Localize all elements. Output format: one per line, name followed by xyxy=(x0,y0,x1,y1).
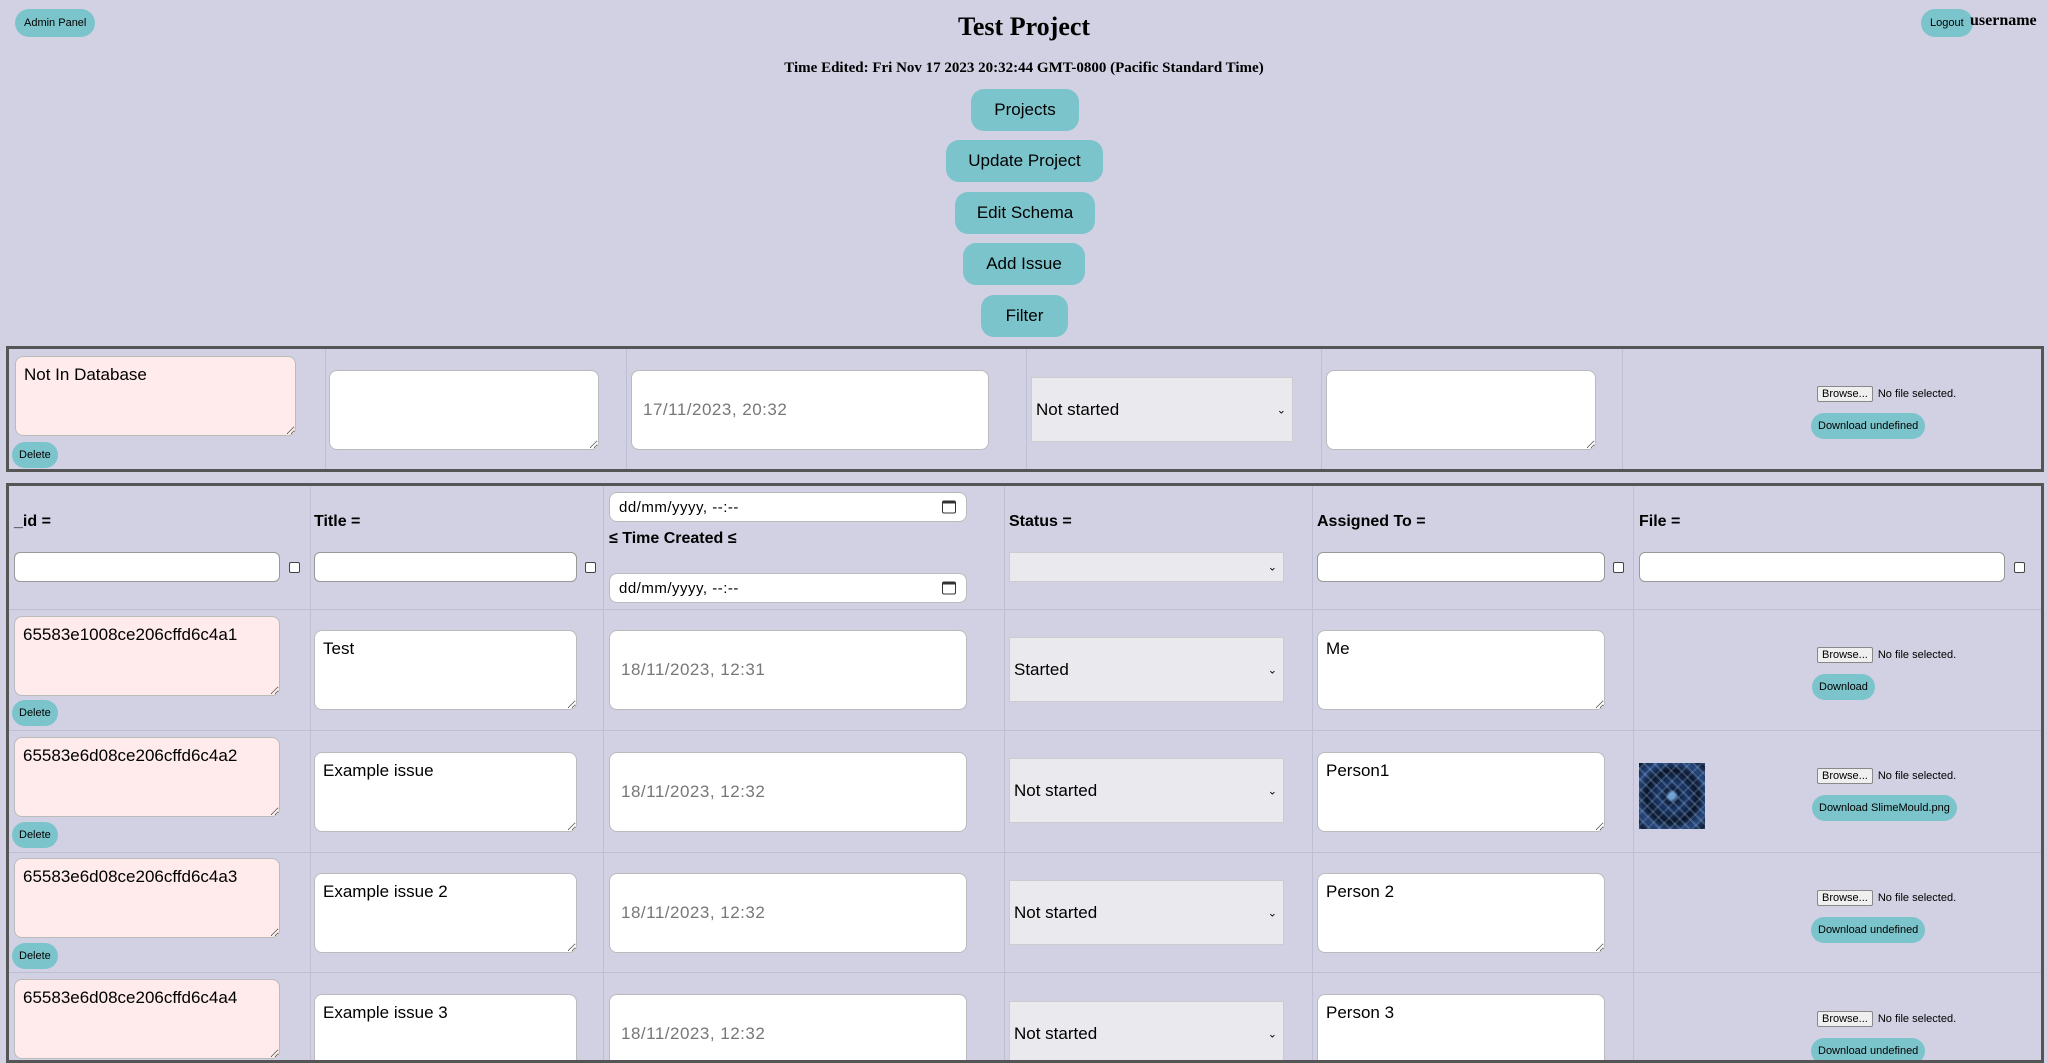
update-project-button[interactable]: Update Project xyxy=(946,140,1103,182)
new-issue-row: Not In Database Delete 17/11/2023, 20:32… xyxy=(6,346,2044,472)
row-status-select[interactable]: Not started ⌄ xyxy=(1009,758,1284,823)
row-assigned-field[interactable]: Person 3 xyxy=(1317,994,1605,1060)
row-download-button[interactable]: Download SlimeMould.png xyxy=(1812,795,1957,821)
column-header-status: Status = xyxy=(1009,513,1072,530)
row-file-picker[interactable]: Browse... No file selected. xyxy=(1817,768,1956,784)
row-id-field[interactable]: 65583e6d08ce206cffd6c4a4 xyxy=(14,979,280,1059)
filter-id-input[interactable] xyxy=(14,552,280,582)
page-title: Test Project xyxy=(957,12,1091,41)
filter-time-from-input[interactable]: dd/mm/yyyy, --:-- xyxy=(609,492,967,522)
row-assigned-field[interactable]: Person1 xyxy=(1317,752,1605,832)
row-time-created-input[interactable]: 18/11/2023, 12:31 xyxy=(609,630,967,710)
no-file-label: No file selected. xyxy=(1877,649,1957,661)
row-file-picker[interactable]: Browse... No file selected. xyxy=(1817,647,1956,663)
row-time-created-value: 18/11/2023, 12:31 xyxy=(621,660,766,679)
row-time-created-value: 18/11/2023, 12:32 xyxy=(621,1024,766,1043)
column-header-title: Title = xyxy=(314,513,361,530)
filter-assigned-checkbox[interactable] xyxy=(1613,562,1624,573)
row-id-field[interactable]: 65583e1008ce206cffd6c4a1 xyxy=(14,616,280,696)
calendar-icon[interactable] xyxy=(942,581,956,595)
column-header-assigned-to: Assigned To = xyxy=(1317,513,1426,530)
row-download-button[interactable]: Download undefined xyxy=(1811,1038,1926,1060)
browse-button[interactable]: Browse... xyxy=(1817,647,1873,663)
row-time-created-value: 18/11/2023, 12:32 xyxy=(621,782,766,801)
row-title-field[interactable]: Example issue 2 xyxy=(314,873,577,953)
filter-button[interactable]: Filter xyxy=(981,295,1068,337)
username-label: username xyxy=(1970,12,2037,29)
filter-time-to-input[interactable]: dd/mm/yyyy, --:-- xyxy=(609,573,967,603)
new-status-select[interactable]: Not started ⌄ xyxy=(1031,377,1293,442)
column-header-file: File = xyxy=(1639,513,1681,530)
row-delete-button[interactable]: Delete xyxy=(12,700,58,726)
row-time-created-input[interactable]: 18/11/2023, 12:32 xyxy=(609,752,967,832)
row-id-field[interactable]: 65583e6d08ce206cffd6c4a3 xyxy=(14,858,280,938)
row-time-created-input[interactable]: 18/11/2023, 12:32 xyxy=(609,994,967,1060)
row-delete-button[interactable]: Delete xyxy=(12,822,58,848)
time-edited: Time Edited: Fri Nov 17 2023 20:32:44 GM… xyxy=(784,60,1264,76)
chevron-down-icon: ⌄ xyxy=(1267,785,1277,797)
browse-button[interactable]: Browse... xyxy=(1817,890,1873,906)
logout-button[interactable]: Logout xyxy=(1921,9,1973,37)
new-assigned-field[interactable] xyxy=(1326,370,1596,450)
row-status-select[interactable]: Not started ⌄ xyxy=(1009,880,1284,945)
chevron-down-icon: ⌄ xyxy=(1276,404,1286,416)
row-status-value: Started xyxy=(1014,659,1069,679)
row-time-created-value: 18/11/2023, 12:32 xyxy=(621,903,766,922)
issues-table: _id = Title = dd/mm/yyyy, --:-- ≤ Time C… xyxy=(6,483,2044,1063)
row-download-button[interactable]: Download xyxy=(1812,674,1875,700)
column-header-time-created: ≤ Time Created ≤ xyxy=(609,530,737,547)
new-status-value: Not started xyxy=(1036,399,1120,419)
filter-title-input[interactable] xyxy=(314,552,577,582)
no-file-label: No file selected. xyxy=(1877,388,1957,400)
filter-title-checkbox[interactable] xyxy=(585,562,596,573)
row-title-field[interactable]: Example issue xyxy=(314,752,577,832)
browse-button[interactable]: Browse... xyxy=(1817,1011,1873,1027)
add-issue-button[interactable]: Add Issue xyxy=(963,243,1085,285)
row-status-value: Not started xyxy=(1014,780,1098,800)
file-thumbnail-image[interactable] xyxy=(1639,763,1705,829)
row-id-field[interactable]: 65583e6d08ce206cffd6c4a2 xyxy=(14,737,280,817)
row-time-created-input[interactable]: 18/11/2023, 12:32 xyxy=(609,873,967,953)
new-title-field[interactable] xyxy=(329,370,599,450)
new-id-field[interactable]: Not In Database xyxy=(15,356,296,436)
row-status-select[interactable]: Started ⌄ xyxy=(1009,637,1284,702)
no-file-label: No file selected. xyxy=(1877,1013,1957,1025)
filter-file-checkbox[interactable] xyxy=(2014,562,2025,573)
chevron-down-icon: ⌄ xyxy=(1267,907,1277,919)
browse-button[interactable]: Browse... xyxy=(1817,386,1873,402)
new-time-created-input[interactable]: 17/11/2023, 20:32 xyxy=(631,370,989,450)
new-file-picker[interactable]: Browse... No file selected. xyxy=(1817,386,1956,402)
edit-schema-button[interactable]: Edit Schema xyxy=(955,192,1095,234)
chevron-down-icon: ⌄ xyxy=(1267,1028,1277,1040)
row-download-button[interactable]: Download undefined xyxy=(1811,917,1926,943)
chevron-down-icon: ⌄ xyxy=(1267,664,1277,676)
row-status-value: Not started xyxy=(1014,1023,1098,1043)
calendar-icon[interactable] xyxy=(942,500,956,514)
column-header-id: _id = xyxy=(14,513,51,530)
row-file-picker[interactable]: Browse... No file selected. xyxy=(1817,1011,1956,1027)
no-file-label: No file selected. xyxy=(1877,770,1957,782)
row-status-select[interactable]: Not started ⌄ xyxy=(1009,1001,1284,1060)
new-download-button[interactable]: Download undefined xyxy=(1811,413,1926,439)
filter-status-select[interactable]: ⌄ xyxy=(1009,552,1284,582)
row-title-field[interactable]: Test xyxy=(314,630,577,710)
filter-time-from-placeholder: dd/mm/yyyy, --:-- xyxy=(619,498,739,516)
row-assigned-field[interactable]: Me xyxy=(1317,630,1605,710)
filter-id-checkbox[interactable] xyxy=(289,562,300,573)
row-assigned-field[interactable]: Person 2 xyxy=(1317,873,1605,953)
new-time-created-value: 17/11/2023, 20:32 xyxy=(643,400,788,419)
row-file-picker[interactable]: Browse... No file selected. xyxy=(1817,890,1956,906)
filter-file-input[interactable] xyxy=(1639,552,2005,582)
chevron-down-icon: ⌄ xyxy=(1267,561,1277,574)
row-delete-button[interactable]: Delete xyxy=(12,943,58,969)
row-status-value: Not started xyxy=(1014,902,1098,922)
row-title-field[interactable]: Example issue 3 xyxy=(314,994,577,1060)
no-file-label: No file selected. xyxy=(1877,892,1957,904)
filter-time-to-placeholder: dd/mm/yyyy, --:-- xyxy=(619,579,739,597)
new-delete-button[interactable]: Delete xyxy=(12,442,58,468)
browse-button[interactable]: Browse... xyxy=(1817,768,1873,784)
filter-assigned-input[interactable] xyxy=(1317,552,1605,582)
projects-button[interactable]: Projects xyxy=(971,89,1079,131)
